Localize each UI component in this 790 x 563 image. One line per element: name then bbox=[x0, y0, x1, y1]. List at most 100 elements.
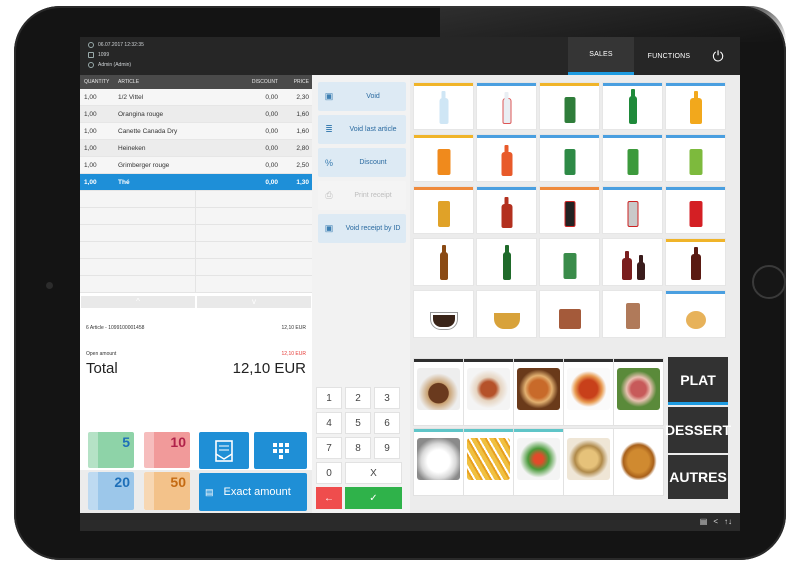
product-tile[interactable] bbox=[540, 187, 599, 233]
key-x[interactable]: X bbox=[345, 462, 402, 484]
bill-10-button[interactable]: 10 bbox=[144, 432, 190, 468]
cash-icon: ▤ bbox=[205, 486, 214, 497]
print-receipt-button[interactable]: ⎙ Print receipt bbox=[318, 181, 406, 210]
key-1[interactable]: 1 bbox=[316, 387, 342, 409]
product-tile[interactable] bbox=[603, 239, 662, 285]
product-tile[interactable] bbox=[477, 135, 536, 181]
order-row[interactable]: 1,00 Orangina rouge 0,00 1,60 bbox=[80, 106, 312, 123]
product-tile[interactable] bbox=[414, 83, 473, 129]
total-label: Total bbox=[86, 360, 118, 377]
void-receipt-button[interactable]: ▣ Void receipt by ID bbox=[318, 214, 406, 243]
order-row[interactable]: 1,00 Thé 0,00 1,30 bbox=[80, 174, 312, 191]
product-tile[interactable] bbox=[540, 291, 599, 337]
category-dessert[interactable]: DESSERT bbox=[665, 407, 731, 453]
percent-icon: % bbox=[324, 157, 333, 168]
product-tile[interactable] bbox=[414, 135, 473, 181]
tab-sales[interactable]: SALES bbox=[568, 37, 634, 75]
bill-10-label: 10 bbox=[170, 434, 186, 450]
order-row[interactable]: 1,00 Canette Canada Dry 0,00 1,60 bbox=[80, 123, 312, 140]
product-tile[interactable] bbox=[603, 83, 662, 129]
food-tile[interactable] bbox=[564, 359, 613, 425]
key-9[interactable]: 9 bbox=[374, 437, 400, 459]
article-cell: Grimberger rouge bbox=[118, 161, 170, 169]
total-value: 12,10 EUR bbox=[232, 360, 306, 377]
category-autres[interactable]: AUTRES bbox=[668, 455, 728, 499]
discount-cell: 0,00 bbox=[265, 144, 278, 152]
food-tile[interactable] bbox=[614, 359, 663, 425]
product-tile[interactable] bbox=[477, 187, 536, 233]
bill-5-button[interactable]: 5 bbox=[88, 432, 134, 468]
food-tile[interactable] bbox=[414, 429, 463, 495]
key-7[interactable]: 7 bbox=[316, 437, 342, 459]
product-tile[interactable] bbox=[666, 135, 725, 181]
scroll-down-button[interactable]: v bbox=[196, 295, 312, 309]
product-tile[interactable] bbox=[666, 83, 725, 129]
product-tile[interactable] bbox=[603, 291, 662, 337]
product-tile[interactable] bbox=[477, 239, 536, 285]
product-tile[interactable] bbox=[666, 187, 725, 233]
pos-screen: 06.07.2017 12:32:35 1099 Admin (Admin) S… bbox=[80, 37, 740, 531]
order-row[interactable]: 1,00 Heineken 0,00 2,80 bbox=[80, 140, 312, 157]
header-discount: DISCOUNT bbox=[251, 79, 278, 85]
product-tile[interactable] bbox=[477, 291, 536, 337]
food-tile[interactable] bbox=[464, 359, 513, 425]
food-tile[interactable] bbox=[514, 429, 563, 495]
product-tile[interactable] bbox=[414, 291, 473, 337]
register-line: 1099 bbox=[88, 52, 109, 58]
sort-arrows-icon[interactable]: ↑↓ bbox=[724, 517, 732, 526]
printer-icon[interactable]: ▤ bbox=[700, 517, 708, 526]
product-tile[interactable] bbox=[540, 239, 599, 285]
category-plat[interactable]: PLAT bbox=[668, 357, 728, 405]
open-amount-value: 12,10 EUR bbox=[281, 351, 306, 357]
product-tile[interactable] bbox=[414, 187, 473, 233]
tab-functions[interactable]: FUNCTIONS bbox=[634, 37, 704, 75]
food-tile[interactable] bbox=[614, 429, 663, 495]
list-icon: ≣ bbox=[325, 124, 333, 134]
void-button[interactable]: ▣ Void bbox=[318, 82, 406, 111]
void-last-article-button[interactable]: ≣ Void last article bbox=[318, 115, 406, 144]
key-3[interactable]: 3 bbox=[374, 387, 400, 409]
discount-cell: 0,00 bbox=[265, 127, 278, 135]
quantity-cell: 1,00 bbox=[84, 93, 97, 101]
key-2[interactable]: 2 bbox=[345, 387, 371, 409]
product-tile[interactable] bbox=[414, 239, 473, 285]
key-6[interactable]: 6 bbox=[374, 412, 400, 434]
discount-button[interactable]: % Discount bbox=[318, 148, 406, 177]
receipt-button[interactable] bbox=[199, 432, 249, 469]
product-tile[interactable] bbox=[603, 187, 662, 233]
confirm-button[interactable]: ✓ bbox=[345, 487, 402, 509]
keypad-button[interactable] bbox=[254, 432, 307, 469]
page: 06.07.2017 12:32:35 1099 Admin (Admin) S… bbox=[0, 0, 790, 563]
order-rows: 1,00 1/2 Vittel 0,00 2,30 1,00 Orangina rouge… bbox=[80, 89, 312, 191]
empty-row bbox=[80, 208, 312, 225]
order-row[interactable]: 1,00 Grimberger rouge 0,00 2,50 bbox=[80, 157, 312, 174]
food-tile[interactable] bbox=[464, 429, 513, 495]
empty-row bbox=[80, 276, 312, 293]
key-4[interactable]: 4 bbox=[316, 412, 342, 434]
product-tile[interactable] bbox=[603, 135, 662, 181]
exact-amount-button[interactable]: ▤ Exact amount bbox=[199, 473, 307, 511]
product-tile[interactable] bbox=[477, 83, 536, 129]
share-icon[interactable]: < bbox=[713, 517, 718, 526]
clock-icon bbox=[88, 42, 94, 48]
void-label: Void bbox=[366, 93, 380, 100]
backspace-button[interactable]: ← bbox=[316, 487, 342, 509]
order-row[interactable]: 1,00 1/2 Vittel 0,00 2,30 bbox=[80, 89, 312, 106]
home-button bbox=[752, 265, 786, 299]
bill-20-button[interactable]: 20 bbox=[88, 472, 134, 510]
key-8[interactable]: 8 bbox=[345, 437, 371, 459]
scroll-up-button[interactable]: ^ bbox=[80, 295, 196, 309]
food-tile[interactable] bbox=[564, 429, 613, 495]
power-icon[interactable]: ⏻ bbox=[710, 49, 726, 65]
food-tile[interactable] bbox=[514, 359, 563, 425]
quantity-cell: 1,00 bbox=[84, 178, 97, 186]
bill-50-button[interactable]: 50 bbox=[144, 472, 190, 510]
product-tile[interactable] bbox=[666, 291, 725, 337]
food-tile[interactable] bbox=[414, 359, 463, 425]
header-quantity: QUANTITY bbox=[84, 79, 110, 85]
key-0[interactable]: 0 bbox=[316, 462, 342, 484]
product-tile[interactable] bbox=[540, 135, 599, 181]
product-tile[interactable] bbox=[666, 239, 725, 285]
key-5[interactable]: 5 bbox=[345, 412, 371, 434]
product-tile[interactable] bbox=[540, 83, 599, 129]
